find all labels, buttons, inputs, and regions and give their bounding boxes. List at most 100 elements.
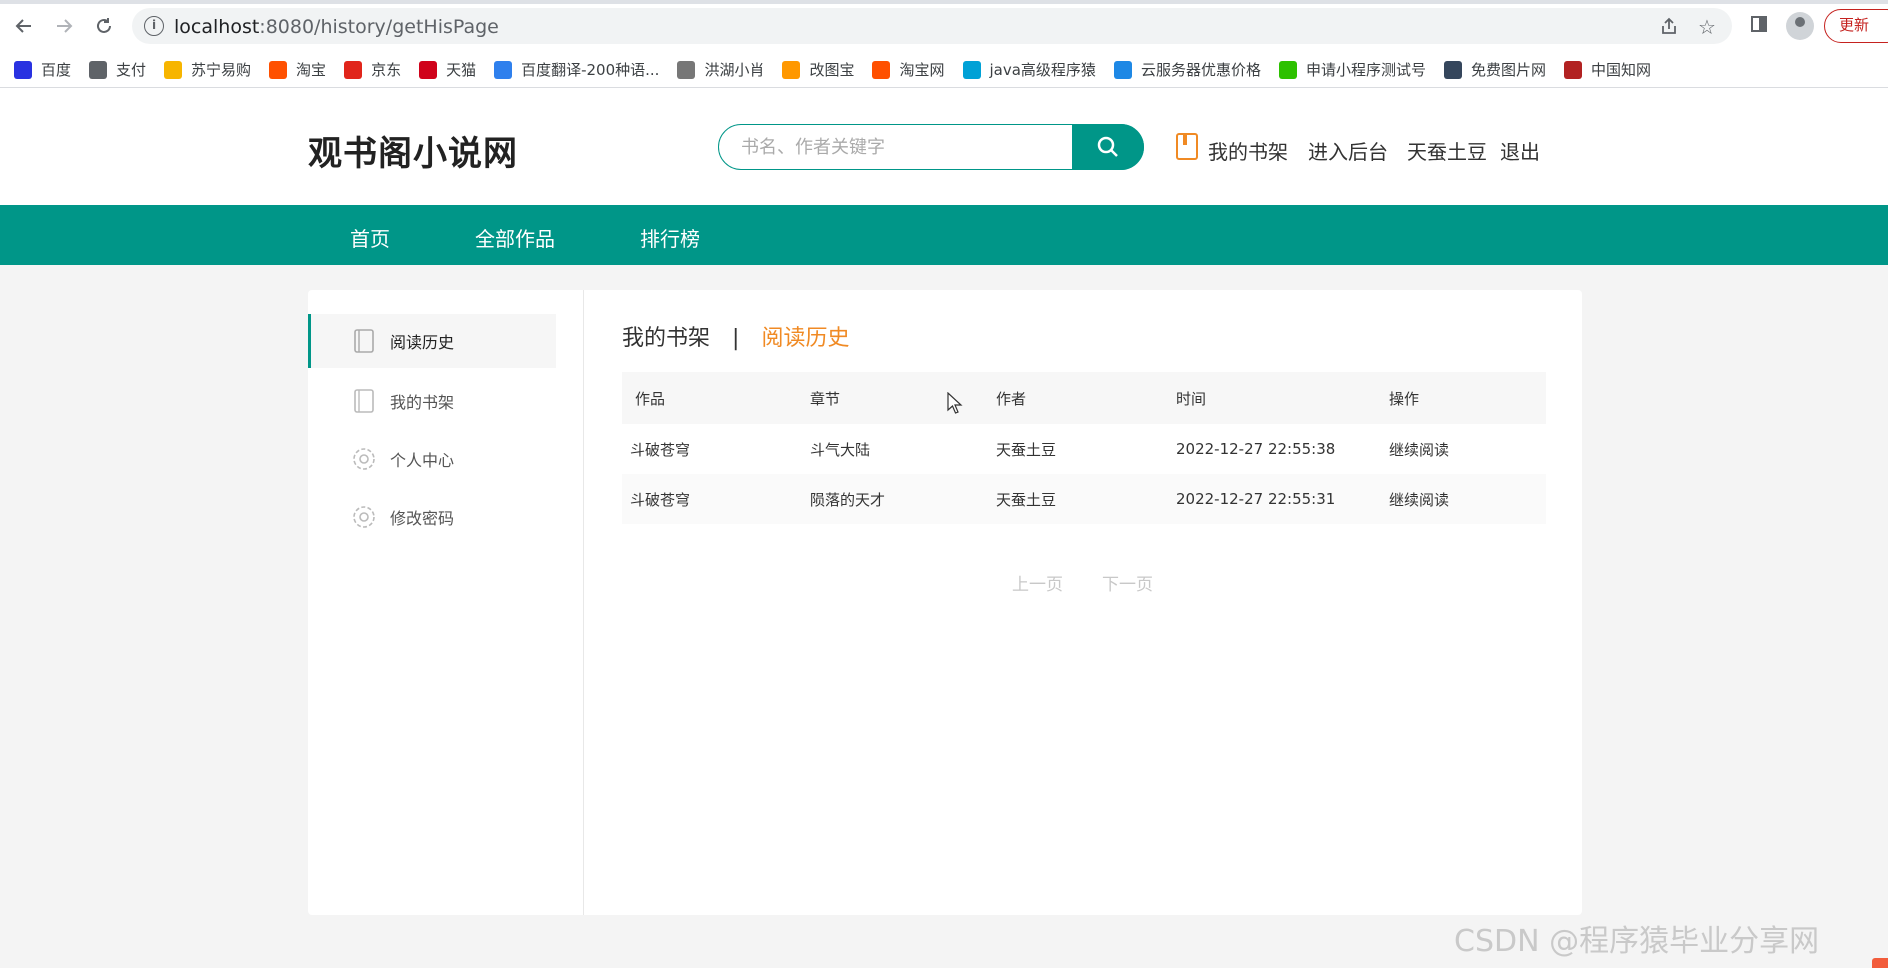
wechat-icon	[1278, 60, 1297, 79]
mouse-cursor-icon	[947, 391, 963, 418]
url-text[interactable]: localhost:8080/history/getHisPage	[174, 16, 499, 38]
sidebar-item-label: 我的书架	[390, 393, 455, 412]
bookmark-item[interactable]: 淘宝	[269, 59, 326, 80]
url-path: :8080/history/getHisPage	[259, 16, 499, 38]
update-button[interactable]: 更新	[1824, 9, 1888, 43]
cloud-icon	[1113, 60, 1132, 79]
table-row: 斗破苍穹 陨落的天才 天蚕土豆 2022-12-27 22:55:31 继续阅读	[622, 474, 1546, 524]
bookmark-item[interactable]: 免费图片网	[1443, 59, 1546, 80]
content-tabs: 我的书架 | 阅读历史	[622, 320, 849, 352]
bookmark-label: 天猫	[446, 61, 477, 79]
tumblr-icon	[1443, 60, 1462, 79]
gear-icon	[352, 447, 376, 471]
bilibili-icon	[962, 60, 981, 79]
bookmark-item[interactable]: 苏宁易购	[164, 59, 251, 80]
tab-separator: |	[732, 326, 740, 351]
tab-my-bookshelf[interactable]: 我的书架	[622, 326, 710, 351]
bookmark-item[interactable]: 淘宝网	[872, 59, 945, 80]
share-icon[interactable]	[1658, 16, 1680, 38]
bookmark-label: 淘宝网	[899, 61, 945, 79]
corner-badge	[1872, 958, 1888, 968]
bookmark-item[interactable]: 洪湖小肖	[677, 59, 764, 80]
nav-all-works[interactable]: 全部作品	[475, 223, 555, 252]
bookmark-star-icon[interactable]: ☆	[1696, 16, 1718, 38]
baidu-icon	[14, 60, 32, 79]
bookmark-item[interactable]: 申请小程序测试号	[1278, 59, 1426, 80]
next-page-button[interactable]: 下一页	[1102, 570, 1153, 595]
search-button[interactable]	[1072, 124, 1144, 170]
bookmark-label: java高级程序猿	[989, 61, 1096, 79]
continue-reading-link[interactable]: 继续阅读	[1389, 474, 1449, 524]
my-bookshelf-link[interactable]: 我的书架	[1208, 136, 1288, 165]
sidebar-item-label: 修改密码	[390, 509, 455, 528]
bookmark-item[interactable]: java高级程序猿	[962, 59, 1096, 80]
bookmark-item[interactable]: 支付	[89, 59, 146, 80]
col-header-author: 作者	[996, 389, 1027, 408]
cell-chapter[interactable]: 斗气大陆	[810, 424, 870, 474]
prev-page-button[interactable]: 上一页	[1012, 570, 1063, 595]
side-panel-icon[interactable]	[1746, 13, 1772, 39]
table-row: 斗破苍穹 斗气大陆 天蚕土豆 2022-12-27 22:55:38 继续阅读	[622, 424, 1546, 474]
bookmark-label: 中国知网	[1590, 61, 1651, 79]
bookmark-label: 京东	[371, 61, 402, 79]
cell-chapter[interactable]: 陨落的天才	[810, 474, 885, 524]
bookmark-item[interactable]: 云服务器优惠价格	[1113, 59, 1261, 80]
gear-icon	[352, 505, 376, 529]
cell-author: 天蚕土豆	[996, 490, 1057, 509]
url-host: localhost	[174, 16, 260, 38]
bookmark-item[interactable]: 百度翻译-200种语...	[494, 59, 659, 80]
bookmark-item[interactable]: 百度	[14, 59, 71, 80]
site-logo[interactable]: 观书阁小说网	[308, 126, 518, 175]
col-header-time: 时间	[1176, 389, 1207, 408]
reload-icon[interactable]	[90, 12, 118, 40]
cell-work[interactable]: 斗破苍穹	[630, 474, 690, 524]
bookmark-label: 百度	[41, 61, 72, 79]
bookmark-label: 改图宝	[809, 61, 855, 79]
taobao-icon	[269, 60, 288, 79]
bookmark-item[interactable]: 改图宝	[782, 59, 854, 80]
col-header-chapter: 章节	[810, 389, 841, 408]
book-icon	[352, 389, 376, 413]
logout-link[interactable]: 退出	[1500, 136, 1540, 165]
bookmark-label: 苏宁易购	[191, 61, 252, 79]
continue-reading-link[interactable]: 继续阅读	[1389, 424, 1449, 474]
bookmark-item[interactable]: 京东	[344, 59, 401, 80]
taobao-icon	[872, 60, 891, 79]
bird-icon	[677, 60, 696, 79]
nav-ranking[interactable]: 排行榜	[640, 223, 700, 252]
back-icon[interactable]	[10, 12, 38, 40]
tab-strip	[0, 0, 1888, 4]
search-icon	[1097, 136, 1118, 157]
bookmark-label: 支付	[116, 61, 147, 79]
bookmark-label: 云服务器优惠价格	[1140, 61, 1261, 79]
username-link[interactable]: 天蚕土豆	[1407, 136, 1487, 165]
nav-home[interactable]: 首页	[350, 223, 390, 252]
col-header-action: 操作	[1389, 389, 1420, 408]
site-info-icon[interactable]: i	[144, 16, 164, 36]
suning-icon	[164, 60, 183, 79]
tab-reading-history[interactable]: 阅读历史	[761, 326, 849, 351]
forward-icon[interactable]	[50, 12, 78, 40]
sidebar-item-change-password[interactable]: 修改密码	[308, 490, 556, 544]
globe-icon	[89, 60, 108, 79]
bookmark-item[interactable]: 天猫	[419, 59, 476, 80]
bookmark-label: 百度翻译-200种语...	[521, 61, 660, 79]
sidebar-item-bookshelf[interactable]: 我的书架	[308, 374, 556, 428]
bookshelf-icon[interactable]	[1176, 133, 1198, 160]
bookmark-label: 免费图片网	[1470, 61, 1546, 79]
sidebar-item-label: 个人中心	[390, 451, 455, 470]
table-header: 作品 章节 作者 时间 操作	[622, 372, 1546, 424]
cell-work[interactable]: 斗破苍穹	[630, 424, 690, 474]
history-table: 作品 章节 作者 时间 操作 斗破苍穹 斗气大陆 天蚕土豆 2022-12-27…	[622, 372, 1546, 524]
sidebar-item-profile[interactable]: 个人中心	[308, 432, 556, 486]
bookmark-item[interactable]: 中国知网	[1563, 59, 1651, 80]
browser-toolbar: i localhost:8080/history/getHisPage ☆ 更新	[0, 0, 1888, 52]
sidebar-item-reading-history[interactable]: 阅读历史	[308, 314, 556, 368]
profile-avatar[interactable]	[1786, 12, 1814, 40]
address-bar[interactable]: i localhost:8080/history/getHisPage ☆	[132, 8, 1732, 44]
bookmarks-bar: 百度 支付 苏宁易购 淘宝 京东 天猫 百度翻译-200种语... 洪湖小肖 改图宝 淘宝网 jav…	[0, 52, 1888, 88]
cell-time: 2022-12-27 22:55:31	[1176, 490, 1336, 508]
cell-time: 2022-12-27 22:55:38	[1176, 440, 1336, 458]
admin-link[interactable]: 进入后台	[1308, 136, 1388, 165]
search-input[interactable]	[741, 134, 1061, 160]
